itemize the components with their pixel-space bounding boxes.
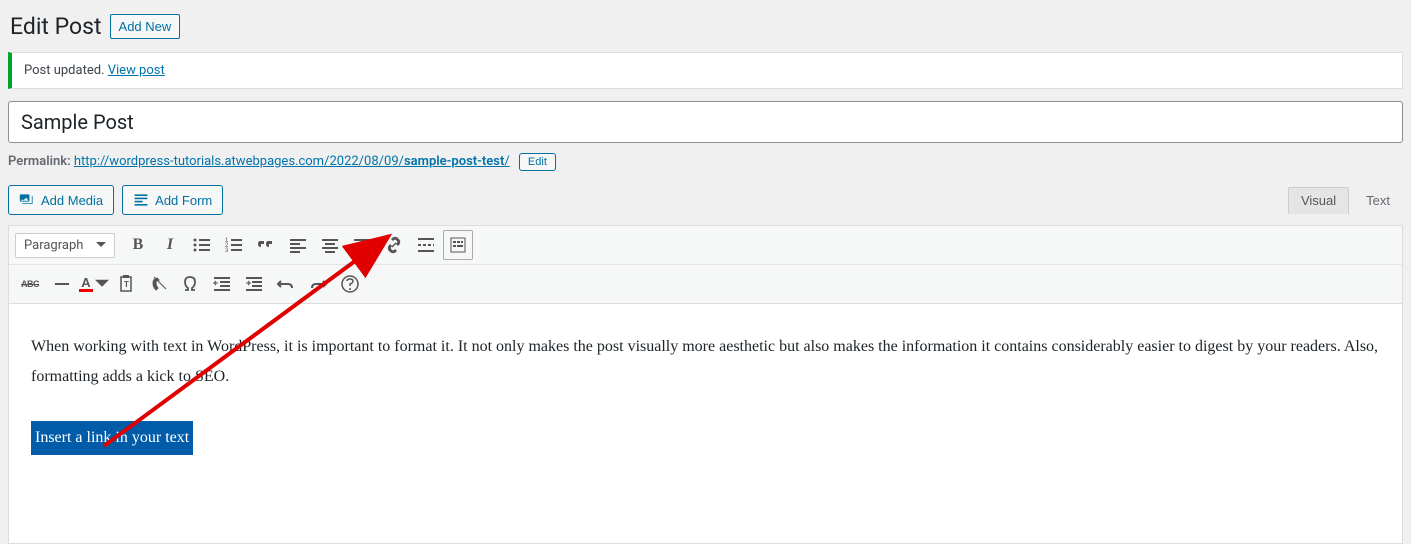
help-button[interactable]	[335, 269, 365, 299]
form-icon	[133, 192, 149, 208]
align-left-button[interactable]	[283, 230, 313, 260]
chevron-down-icon	[95, 274, 109, 294]
italic-button[interactable]: I	[155, 230, 185, 260]
redo-button[interactable]	[303, 269, 333, 299]
highlighted-text[interactable]: Insert a link in your text	[31, 421, 193, 455]
permalink-label: Permalink:	[8, 154, 71, 169]
post-title-input[interactable]	[8, 101, 1403, 143]
notice-message: Post updated.	[24, 63, 105, 78]
page-title: Edit Post	[10, 13, 102, 40]
toolbar-toggle-button[interactable]	[443, 230, 473, 260]
editor-tabs: Visual Text	[1288, 187, 1403, 214]
svg-text:T: T	[124, 280, 129, 289]
text-color-button[interactable]: A	[79, 269, 109, 299]
align-right-button[interactable]	[347, 230, 377, 260]
editor-toolbar: Paragraph B I 123 ABC	[8, 225, 1403, 304]
quote-button[interactable]	[251, 230, 281, 260]
editor-content[interactable]: When working with text in WordPress, it …	[8, 304, 1403, 544]
bullet-list-button[interactable]	[187, 230, 217, 260]
bold-button[interactable]: B	[123, 230, 153, 260]
link-button[interactable]	[379, 230, 409, 260]
update-notice: Post updated. View post	[8, 52, 1403, 89]
strikethrough-button[interactable]: ABC	[15, 269, 45, 299]
tab-text[interactable]: Text	[1353, 187, 1403, 214]
ordered-list-button[interactable]: 123	[219, 230, 249, 260]
media-buttons: Add Media Add Form	[8, 185, 223, 215]
outdent-button[interactable]	[207, 269, 237, 299]
content-paragraph: When working with text in WordPress, it …	[31, 332, 1380, 393]
paste-text-button[interactable]: T	[111, 269, 141, 299]
edit-slug-button[interactable]: Edit	[519, 153, 556, 171]
permalink-row: Permalink: http://wordpress-tutorials.at…	[8, 143, 1403, 185]
clear-formatting-button[interactable]	[143, 269, 173, 299]
page-header: Edit Post Add New	[0, 8, 1411, 52]
horizontal-rule-button[interactable]	[47, 269, 77, 299]
tab-visual[interactable]: Visual	[1288, 187, 1349, 214]
align-center-button[interactable]	[315, 230, 345, 260]
format-select[interactable]: Paragraph	[15, 233, 115, 258]
add-form-button[interactable]: Add Form	[122, 185, 223, 215]
undo-button[interactable]	[271, 269, 301, 299]
read-more-button[interactable]	[411, 230, 441, 260]
add-media-button[interactable]: Add Media	[8, 185, 114, 215]
svg-text:3: 3	[225, 248, 229, 254]
indent-button[interactable]	[239, 269, 269, 299]
special-char-button[interactable]	[175, 269, 205, 299]
view-post-link[interactable]: View post	[108, 63, 165, 78]
color-swatch	[79, 289, 93, 292]
add-new-button[interactable]: Add New	[110, 14, 181, 39]
chevron-down-icon	[96, 240, 106, 250]
permalink-url[interactable]: http://wordpress-tutorials.atwebpages.co…	[74, 154, 510, 169]
media-icon	[19, 192, 35, 208]
